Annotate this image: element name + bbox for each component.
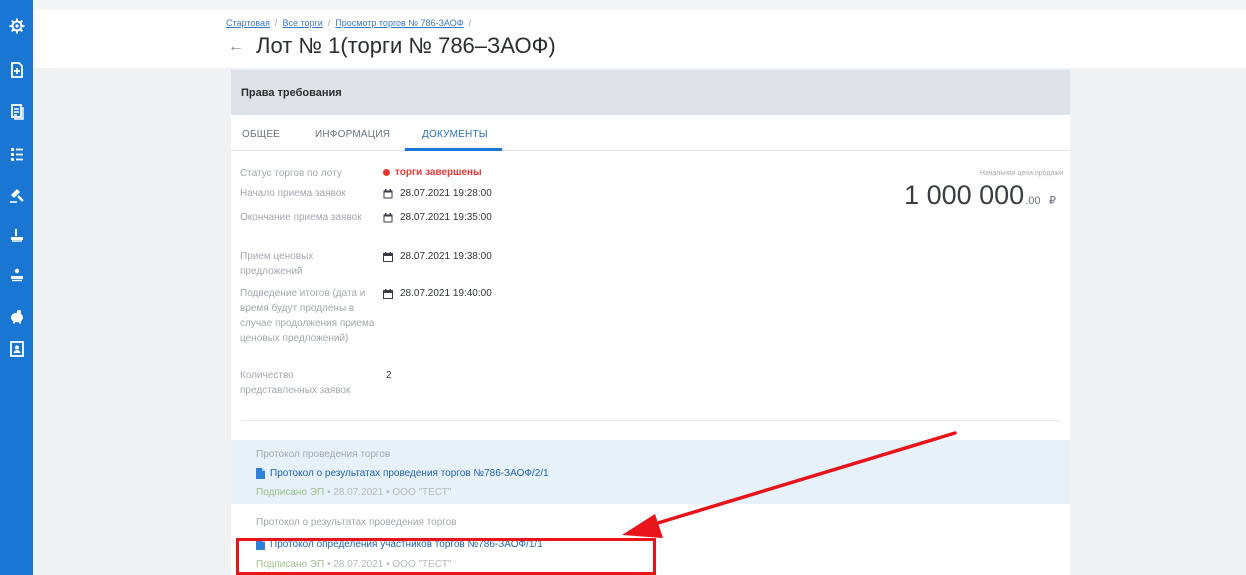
document-date: 28.07.2021 — [333, 487, 384, 498]
document-link-text[interactable]: Протокол о результатах проведения торгов… — [270, 468, 549, 479]
document-org: ООО "ТЕСТ" — [392, 487, 452, 498]
offers-value: 28.07.2021 19:38:00 — [400, 251, 492, 262]
back-arrow-icon[interactable]: ← — [228, 38, 244, 56]
meta-bullet: • — [386, 487, 390, 498]
breadcrumb-separator: / — [274, 18, 278, 28]
document-block: Протокол проведения торгов Протокол о ре… — [231, 440, 1070, 504]
offers-label: Прием ценовых предложений — [240, 251, 314, 277]
status-dot-icon — [383, 169, 390, 176]
breadcrumb-separator: / — [327, 18, 331, 28]
breadcrumb-all-link[interactable]: Все торги — [282, 18, 322, 28]
piggy-bank-icon[interactable] — [0, 303, 33, 329]
breadcrumb-separator: / — [468, 18, 472, 28]
results-label: Подведение итогов (дата и время будут пр… — [240, 288, 375, 344]
contacts-book-icon[interactable] — [0, 336, 33, 362]
divider — [241, 420, 1061, 421]
end-value-row: 28.07.2021 19:35:00 — [383, 212, 492, 223]
tab-bar: ОБЩЕЕ ИНФОРМАЦИЯ ДОКУМЕНТЫ — [231, 115, 1070, 151]
count-label: Количество представленных заявок — [240, 370, 351, 396]
list-tree-icon[interactable] — [0, 141, 33, 167]
documents-stack-icon[interactable] — [0, 99, 33, 125]
calendar-icon — [383, 288, 393, 299]
calendar-icon — [383, 251, 393, 262]
document-title: Протокол проведения торгов — [256, 449, 391, 460]
file-icon — [256, 468, 265, 479]
tab-documents[interactable]: ДОКУМЕНТЫ — [422, 129, 488, 140]
status-label: Статус торгов по лоту — [240, 168, 342, 179]
hand-icon[interactable] — [0, 262, 33, 288]
new-document-icon[interactable] — [0, 57, 33, 83]
start-label: Начало приема заявок — [240, 188, 346, 199]
meta-bullet: • — [326, 487, 331, 498]
sidebar — [0, 0, 33, 575]
gavel-icon[interactable] — [0, 182, 33, 208]
breadcrumb: Стартовая / Все торги / Просмотр торгов № 78… — [226, 18, 476, 28]
card-header: Права требования — [231, 70, 1070, 115]
price-value: 1 000 000 — [904, 180, 1025, 210]
hand-pointer-icon[interactable] — [0, 222, 33, 248]
status-badge: торги завершены — [383, 167, 482, 178]
results-value: 28.07.2021 19:40:00 — [400, 288, 492, 299]
tab-general[interactable]: ОБЩЕЕ — [242, 129, 280, 140]
document-title: Протокол о результатах проведения торгов — [256, 517, 457, 528]
tab-information[interactable]: ИНФОРМАЦИЯ — [315, 129, 390, 140]
status-value: торги завершены — [395, 167, 482, 178]
document-meta: Подписано ЭП • 28.07.2021 • ООО "ТЕСТ" — [256, 487, 451, 498]
annotation-highlight-box — [236, 538, 656, 575]
lot-card: Права требования ОБЩЕЕ ИНФОРМАЦИЯ ДОКУМЕ… — [231, 70, 1070, 575]
page-title: Лот № 1(торги № 786–ЗАОФ) — [256, 33, 556, 58]
currency-symbol: ₽ — [1049, 195, 1056, 207]
settings-gear-icon[interactable] — [0, 13, 33, 39]
end-label: Окончание приема заявок — [240, 212, 362, 223]
breadcrumb-view-link[interactable]: Просмотр торгов № 786-ЗАОФ — [335, 18, 463, 28]
top-strip — [33, 0, 1246, 10]
breadcrumb-home-link[interactable]: Стартовая — [226, 18, 270, 28]
offers-value-row: 28.07.2021 19:38:00 — [383, 251, 492, 262]
price-label: Начальная цена продажи — [979, 170, 1063, 177]
price-cents: .00 — [1025, 195, 1041, 207]
signed-status: Подписано ЭП — [256, 487, 325, 498]
count-value: 2 — [386, 370, 392, 381]
start-price: 1 000 000.00 ₽ — [904, 180, 1056, 211]
end-value: 28.07.2021 19:35:00 — [400, 212, 492, 223]
active-tab-indicator — [405, 148, 502, 151]
results-value-row: 28.07.2021 19:40:00 — [383, 288, 492, 299]
start-value-row: 28.07.2021 19:28:00 — [383, 188, 492, 199]
start-value: 28.07.2021 19:28:00 — [400, 188, 492, 199]
calendar-icon — [383, 212, 393, 222]
calendar-icon — [383, 188, 393, 198]
document-link[interactable]: Протокол о результатах проведения торгов… — [256, 468, 549, 479]
